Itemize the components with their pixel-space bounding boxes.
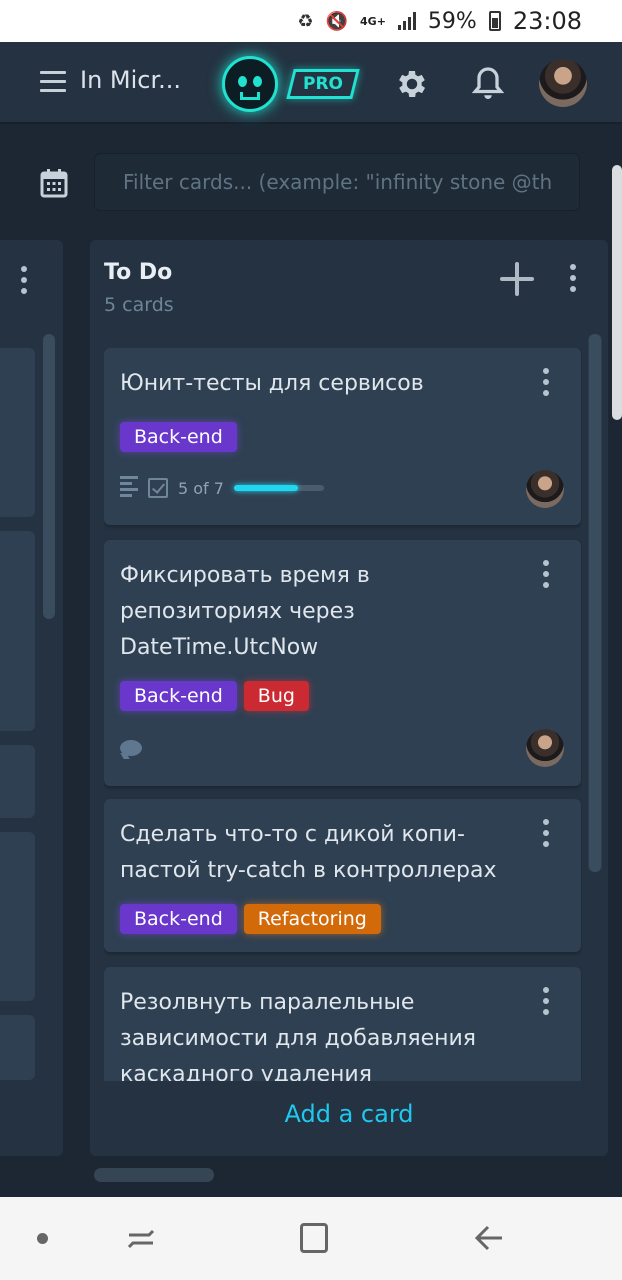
add-icon[interactable] bbox=[500, 262, 534, 296]
system-nav-bar bbox=[0, 1197, 622, 1280]
checklist-icon bbox=[148, 478, 168, 498]
page-scrollbar[interactable] bbox=[612, 165, 622, 420]
mute-icon: 🔇 bbox=[325, 10, 349, 32]
nav-dot-icon[interactable] bbox=[37, 1233, 48, 1244]
battery-saver-icon: ♻ bbox=[297, 10, 314, 32]
bell-icon[interactable] bbox=[470, 64, 506, 104]
card-menu-icon[interactable] bbox=[543, 368, 549, 401]
partial-card[interactable] bbox=[0, 745, 35, 818]
card-labels: Back-end Bug bbox=[120, 681, 309, 711]
card[interactable]: Фиксировать время в репозиториях через D… bbox=[104, 540, 581, 786]
card-title: Сделать что-то с дикой копи-пастой try-c… bbox=[120, 822, 497, 883]
column-scrollbar[interactable] bbox=[588, 334, 602, 872]
card[interactable]: Резолвнуть паралельные зависимости для д… bbox=[104, 967, 581, 1081]
checklist-progress-fill bbox=[233, 485, 299, 491]
network-type: 4G+ bbox=[360, 14, 386, 28]
status-bar: ♻ 🔇 4G+ 59% 23:08 bbox=[0, 0, 622, 42]
card-meta: 5 of 7 bbox=[120, 476, 324, 500]
partial-card[interactable] bbox=[0, 348, 35, 517]
clock: 23:08 bbox=[512, 7, 582, 35]
board-horizontal-scrollbar[interactable] bbox=[94, 1168, 214, 1182]
member-avatar[interactable] bbox=[526, 470, 564, 508]
label-backend: Back-end bbox=[120, 681, 237, 711]
card-menu-icon[interactable] bbox=[543, 819, 549, 852]
column-scrollbar[interactable] bbox=[43, 334, 55, 619]
recent-apps-icon[interactable] bbox=[127, 1227, 155, 1251]
member-avatar[interactable] bbox=[526, 729, 564, 767]
label-backend: Back-end bbox=[120, 422, 237, 452]
calendar-icon[interactable] bbox=[40, 168, 68, 198]
card-menu-icon[interactable] bbox=[543, 987, 549, 1020]
card-title: Резолвнуть паралельные зависимости для д… bbox=[120, 990, 477, 1081]
checklist-progress bbox=[233, 485, 324, 491]
card[interactable]: Сделать что-то с дикой копи-пастой try-c… bbox=[104, 799, 581, 952]
gear-icon[interactable] bbox=[394, 66, 430, 102]
board-title[interactable]: In Micr... bbox=[80, 66, 181, 94]
battery-icon bbox=[488, 11, 501, 31]
partial-card[interactable] bbox=[0, 832, 35, 1001]
label-refactoring: Refactoring bbox=[243, 904, 381, 934]
card-meta bbox=[120, 740, 142, 756]
user-avatar[interactable] bbox=[539, 59, 587, 107]
menu-icon[interactable] bbox=[40, 71, 66, 93]
card-title: Фиксировать время в репозиториях через D… bbox=[120, 563, 370, 660]
card-list: Юнит-тесты для сервисов Back-end 5 of 7 … bbox=[104, 348, 582, 1081]
column-todo: To Do 5 cards Юнит-тесты для сервисов Ba… bbox=[90, 240, 608, 1156]
partial-card[interactable] bbox=[0, 1015, 35, 1080]
card-labels: Back-end bbox=[120, 422, 237, 452]
description-icon bbox=[120, 476, 138, 500]
card-menu-icon[interactable] bbox=[543, 560, 549, 593]
partial-card[interactable] bbox=[0, 531, 35, 731]
filter-input[interactable]: Filter cards... (example: "infinity ston… bbox=[94, 153, 580, 211]
pro-badge: PRO bbox=[286, 69, 360, 99]
label-bug: Bug bbox=[243, 681, 309, 711]
column-title[interactable]: To Do bbox=[104, 260, 172, 285]
card-title: Юнит-тесты для сервисов bbox=[120, 371, 424, 396]
column-menu-icon[interactable] bbox=[21, 266, 27, 299]
back-icon[interactable] bbox=[474, 1223, 504, 1253]
add-card-button[interactable]: Add a card bbox=[90, 1100, 608, 1128]
label-backend: Back-end bbox=[120, 904, 237, 934]
card[interactable]: Юнит-тесты для сервисов Back-end 5 of 7 bbox=[104, 348, 581, 525]
card-labels: Back-end Refactoring bbox=[120, 904, 381, 934]
column-card-count: 5 cards bbox=[104, 294, 174, 316]
app-header: In Micr... PRO bbox=[0, 42, 622, 124]
checklist-count: 5 of 7 bbox=[178, 478, 224, 498]
gitkraken-logo bbox=[222, 56, 278, 112]
column-menu-icon[interactable] bbox=[570, 264, 576, 297]
battery-percent: 59% bbox=[427, 8, 477, 34]
signal-icon bbox=[397, 12, 416, 30]
home-button-icon[interactable] bbox=[300, 1223, 328, 1253]
comment-icon bbox=[120, 740, 142, 756]
